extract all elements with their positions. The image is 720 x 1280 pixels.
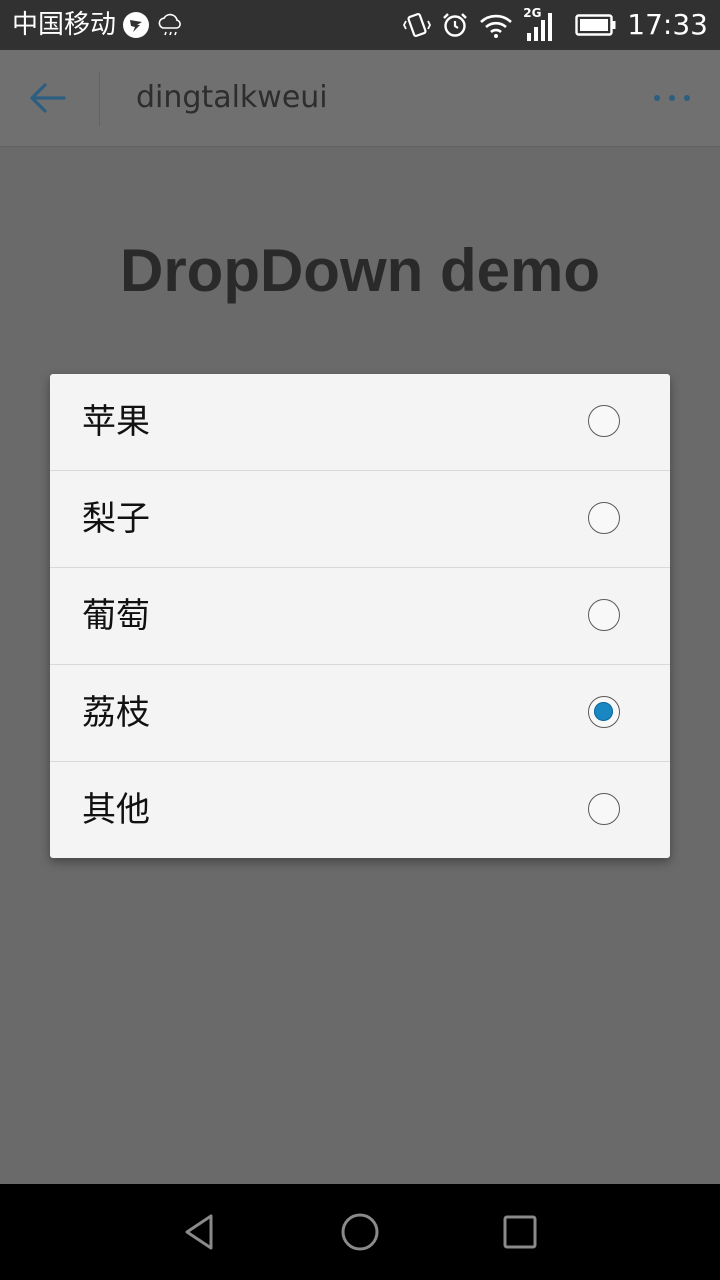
nav-recents-button[interactable] — [496, 1208, 544, 1256]
dropdown-dialog: 苹果 梨子 葡萄 荔枝 其他 — [50, 374, 670, 858]
more-horizontal-icon — [652, 93, 692, 103]
option-label: 葡萄 — [82, 596, 150, 636]
dropdown-option[interactable]: 苹果 — [50, 374, 670, 471]
arrow-left-icon — [28, 82, 68, 114]
page-heading: DropDown demo — [120, 237, 600, 304]
radio-button-selected[interactable] — [588, 696, 620, 728]
more-button[interactable] — [642, 78, 702, 118]
nav-home-button[interactable] — [336, 1208, 384, 1256]
app-title: dingtalkweui — [136, 80, 328, 115]
battery-icon — [575, 13, 617, 37]
app-bar-divider — [99, 72, 100, 126]
system-nav-bar — [0, 1184, 720, 1280]
cloud-rain-icon — [156, 11, 184, 39]
status-right: 2G 17:33 — [403, 0, 708, 50]
circle-home-icon — [340, 1212, 380, 1252]
radio-button[interactable] — [588, 793, 620, 825]
square-recents-icon — [500, 1212, 540, 1252]
triangle-back-icon — [180, 1212, 220, 1252]
dingtalk-icon — [122, 11, 150, 39]
option-label: 荔枝 — [82, 693, 150, 733]
carrier-name: 中国移动 — [12, 10, 117, 40]
app-bar: dingtalkweui — [0, 50, 720, 147]
signal-2g-icon: 2G — [523, 5, 557, 45]
status-left: 中国移动 — [12, 0, 184, 50]
dropdown-option[interactable]: 梨子 — [50, 471, 670, 568]
alarm-icon — [441, 11, 469, 39]
option-label: 苹果 — [82, 402, 150, 442]
option-label: 梨子 — [82, 499, 150, 539]
option-label: 其他 — [82, 790, 150, 830]
vibrate-icon — [403, 10, 432, 40]
nav-back-button[interactable] — [176, 1208, 224, 1256]
back-button[interactable] — [18, 68, 78, 128]
radio-button[interactable] — [588, 599, 620, 631]
dropdown-option[interactable]: 其他 — [50, 762, 670, 858]
wifi-icon — [479, 11, 513, 39]
status-bar: 中国移动 2G 17:33 — [0, 0, 720, 50]
dropdown-option[interactable]: 葡萄 — [50, 568, 670, 665]
dropdown-option[interactable]: 荔枝 — [50, 665, 670, 762]
radio-button[interactable] — [588, 405, 620, 437]
status-time: 17:33 — [627, 8, 708, 41]
radio-button[interactable] — [588, 502, 620, 534]
